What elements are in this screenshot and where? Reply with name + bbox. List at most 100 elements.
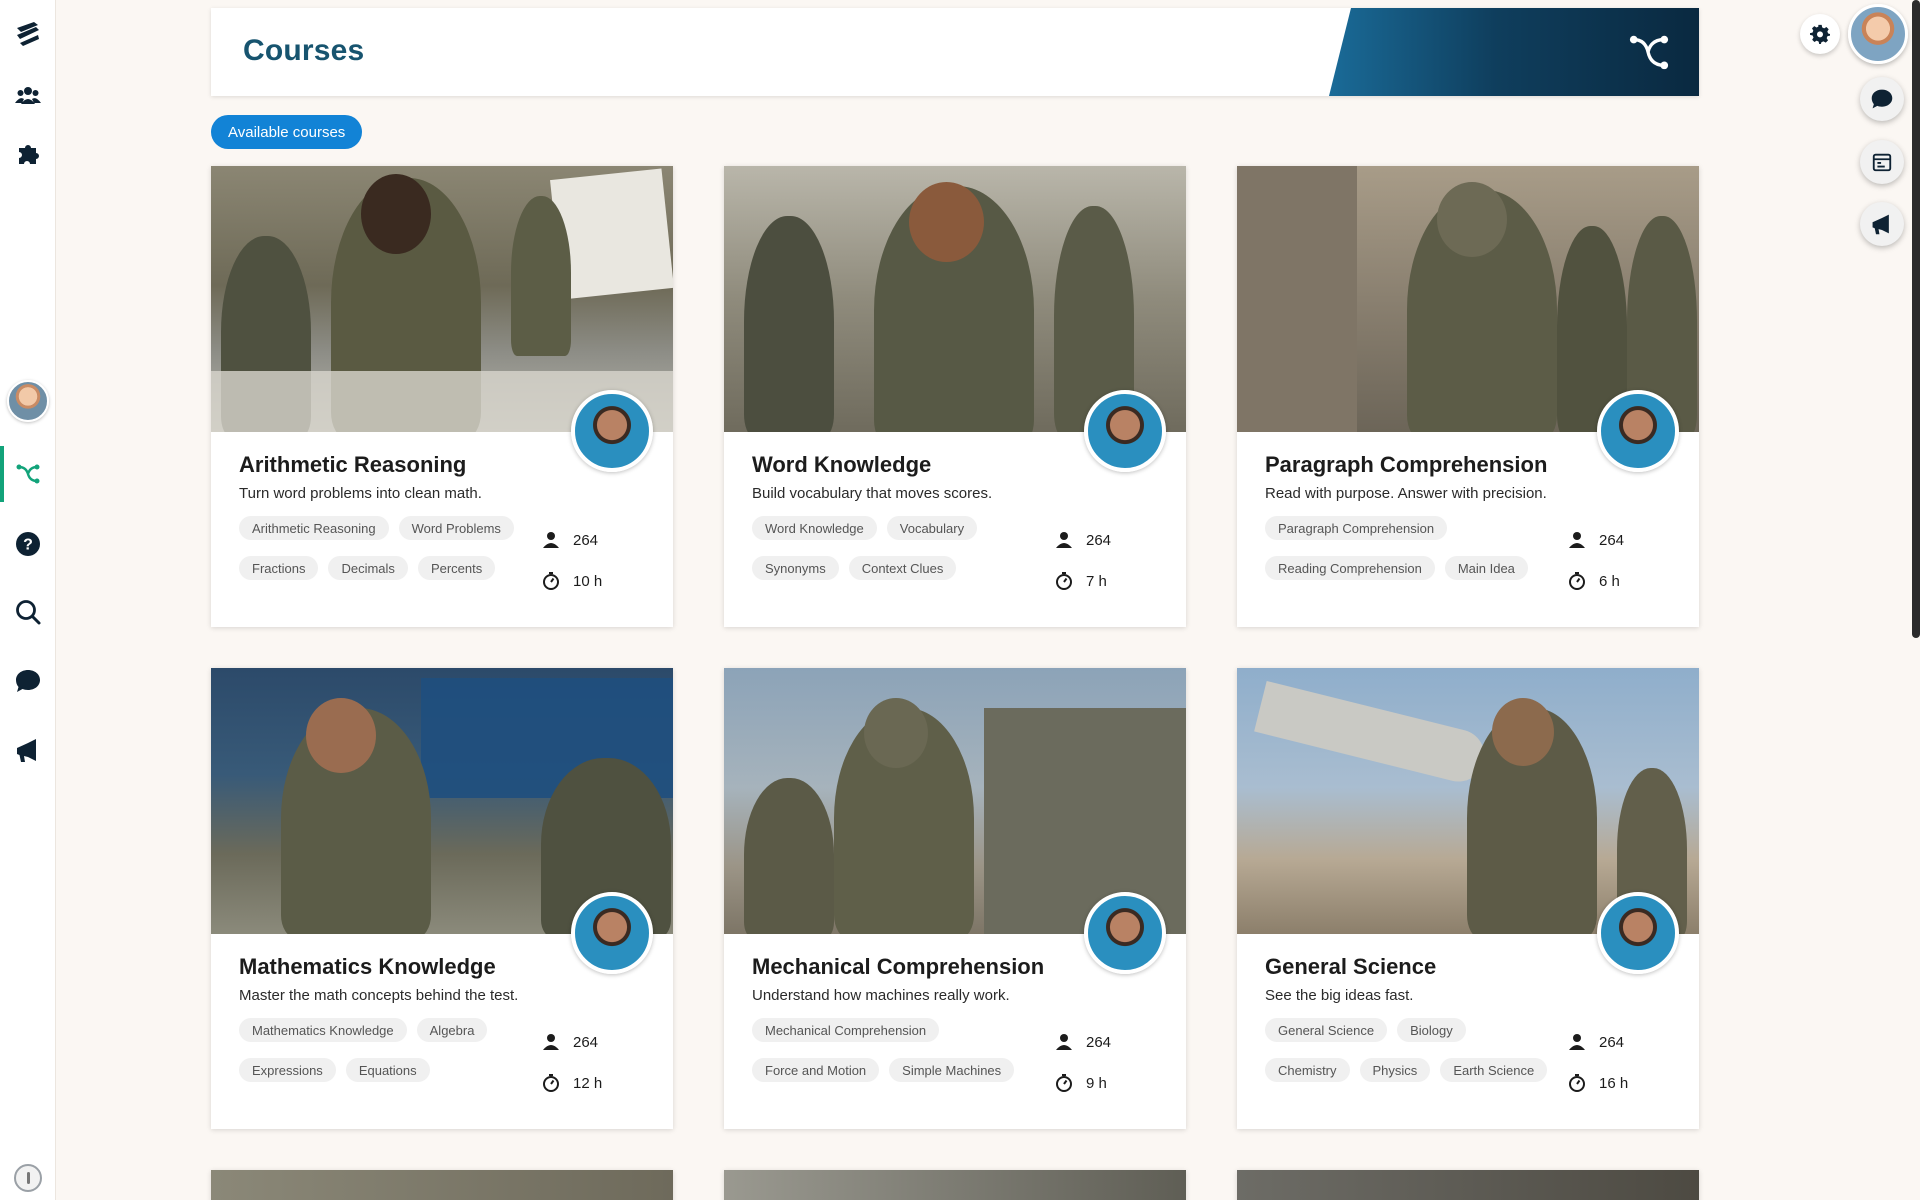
- course-tags: Word Knowledge Vocabulary Synonyms Conte…: [752, 516, 1052, 596]
- duration-value: 7 h: [1086, 572, 1107, 590]
- learners-count: 264: [1054, 1032, 1111, 1052]
- learners-count: 264: [541, 530, 598, 550]
- available-courses-filter[interactable]: Available courses: [211, 115, 363, 149]
- chat-icon[interactable]: [0, 659, 56, 703]
- page-title: Courses: [243, 34, 365, 67]
- course-tags: Paragraph Comprehension Reading Comprehe…: [1265, 516, 1565, 596]
- instructor-avatar: [1084, 892, 1166, 974]
- course-description: See the big ideas fast.: [1265, 987, 1414, 1004]
- help-icon[interactable]: ?: [0, 522, 56, 566]
- tag: Simple Machines: [889, 1058, 1015, 1082]
- course-tags: Arithmetic Reasoning Word Problems Fract…: [239, 516, 539, 596]
- svg-text:?: ?: [23, 537, 33, 554]
- duration-value: 9 h: [1086, 1074, 1107, 1092]
- course-title[interactable]: Mathematics Knowledge: [239, 954, 496, 980]
- user-avatar[interactable]: [1848, 4, 1908, 64]
- learners-value: 264: [1599, 531, 1625, 549]
- course-tags: Mathematics Knowledge Algebra Expression…: [239, 1018, 539, 1098]
- course-card[interactable]: Paragraph Comprehension Read with purpos…: [1237, 166, 1699, 627]
- course-duration: 12 h: [541, 1073, 602, 1093]
- stopwatch-icon: [1056, 572, 1072, 590]
- course-card[interactable]: [1237, 1170, 1699, 1200]
- group-icon[interactable]: [0, 74, 56, 118]
- learners-count: 264: [541, 1032, 598, 1052]
- course-description: Turn word problems into clean math.: [239, 485, 482, 502]
- course-duration: 9 h: [1054, 1073, 1107, 1093]
- learners-count: 264: [1054, 530, 1111, 550]
- chat-icon[interactable]: [1860, 77, 1904, 121]
- tag: Arithmetic Reasoning: [239, 516, 389, 540]
- learners-value: 264: [1599, 1033, 1625, 1051]
- duration-value: 16 h: [1599, 1074, 1629, 1092]
- search-icon[interactable]: [0, 590, 56, 634]
- course-duration: 7 h: [1054, 571, 1107, 591]
- instructor-avatar: [571, 892, 653, 974]
- path-icon: [1627, 30, 1671, 74]
- course-tags: General Science Biology Chemistry Physic…: [1265, 1018, 1565, 1098]
- instructor-avatar: [1084, 390, 1166, 472]
- tag: Equations: [345, 1058, 430, 1082]
- tag: Chemistry: [1265, 1058, 1350, 1082]
- left-sidebar: ?: [0, 0, 56, 1200]
- course-duration: 10 h: [541, 571, 602, 591]
- learners-value: 264: [573, 1033, 599, 1051]
- course-title[interactable]: Mechanical Comprehension: [752, 954, 1044, 980]
- learners-count: 264: [1567, 1032, 1624, 1052]
- gear-icon[interactable]: [1800, 14, 1840, 54]
- tag: Force and Motion: [752, 1058, 880, 1082]
- tag: Main Idea: [1444, 556, 1528, 580]
- course-card[interactable]: [724, 1170, 1186, 1200]
- tag: Vocabulary: [886, 516, 978, 540]
- person-icon: [1056, 1034, 1072, 1050]
- course-card[interactable]: Mechanical Comprehension Understand how …: [724, 668, 1186, 1129]
- tag: Paragraph Comprehension: [1265, 516, 1448, 540]
- course-description: Master the math concepts behind the test…: [239, 987, 519, 1004]
- duration-value: 6 h: [1599, 572, 1620, 590]
- course-card[interactable]: Arithmetic Reasoning Turn word problems …: [211, 166, 673, 627]
- path-icon[interactable]: [0, 452, 56, 496]
- calendar-icon[interactable]: [1860, 140, 1904, 184]
- learners-count: 264: [1567, 530, 1624, 550]
- course-duration: 16 h: [1567, 1073, 1628, 1093]
- stopwatch-icon: [543, 572, 559, 590]
- tag: Context Clues: [848, 556, 957, 580]
- learners-value: 264: [573, 531, 599, 549]
- course-title[interactable]: Word Knowledge: [752, 452, 931, 478]
- course-tags: Mechanical Comprehension Force and Motio…: [752, 1018, 1052, 1098]
- puzzle-icon[interactable]: [0, 131, 56, 175]
- duration-value: 12 h: [573, 1074, 603, 1092]
- person-icon: [543, 532, 559, 548]
- scrollbar[interactable]: [1912, 0, 1920, 638]
- tag: Mechanical Comprehension: [752, 1018, 940, 1042]
- course-card[interactable]: Word Knowledge Build vocabulary that mov…: [724, 166, 1186, 627]
- course-description: Read with purpose. Answer with precision…: [1265, 485, 1547, 502]
- tag: Biology: [1397, 1018, 1466, 1042]
- megaphone-icon[interactable]: [1860, 202, 1904, 246]
- page-header: Courses: [211, 8, 1699, 96]
- tag: Physics: [1359, 1058, 1431, 1082]
- course-card[interactable]: General Science See the big ideas fast. …: [1237, 668, 1699, 1129]
- course-card[interactable]: [211, 1170, 673, 1200]
- logo-icon[interactable]: [0, 8, 56, 58]
- tag: Decimals: [328, 556, 408, 580]
- course-title[interactable]: Arithmetic Reasoning: [239, 452, 466, 478]
- tag: Synonyms: [752, 556, 839, 580]
- tag: Reading Comprehension: [1265, 556, 1435, 580]
- tag: Percents: [417, 556, 496, 580]
- course-card[interactable]: Mathematics Knowledge Master the math co…: [211, 668, 673, 1129]
- course-title[interactable]: Paragraph Comprehension: [1265, 452, 1547, 478]
- profile-avatar[interactable]: [7, 380, 49, 422]
- collapse-icon[interactable]: [14, 1164, 42, 1192]
- course-title[interactable]: General Science: [1265, 954, 1436, 980]
- learners-value: 264: [1086, 531, 1112, 549]
- course-duration: 6 h: [1567, 571, 1620, 591]
- instructor-avatar: [1597, 390, 1679, 472]
- person-icon: [543, 1034, 559, 1050]
- megaphone-icon[interactable]: [0, 728, 56, 772]
- learners-value: 264: [1086, 1033, 1112, 1051]
- tag: Algebra: [416, 1018, 488, 1042]
- stopwatch-icon: [543, 1074, 559, 1092]
- tag: Word Knowledge: [752, 516, 877, 540]
- course-description: Understand how machines really work.: [752, 987, 1010, 1004]
- tag: Mathematics Knowledge: [239, 1018, 407, 1042]
